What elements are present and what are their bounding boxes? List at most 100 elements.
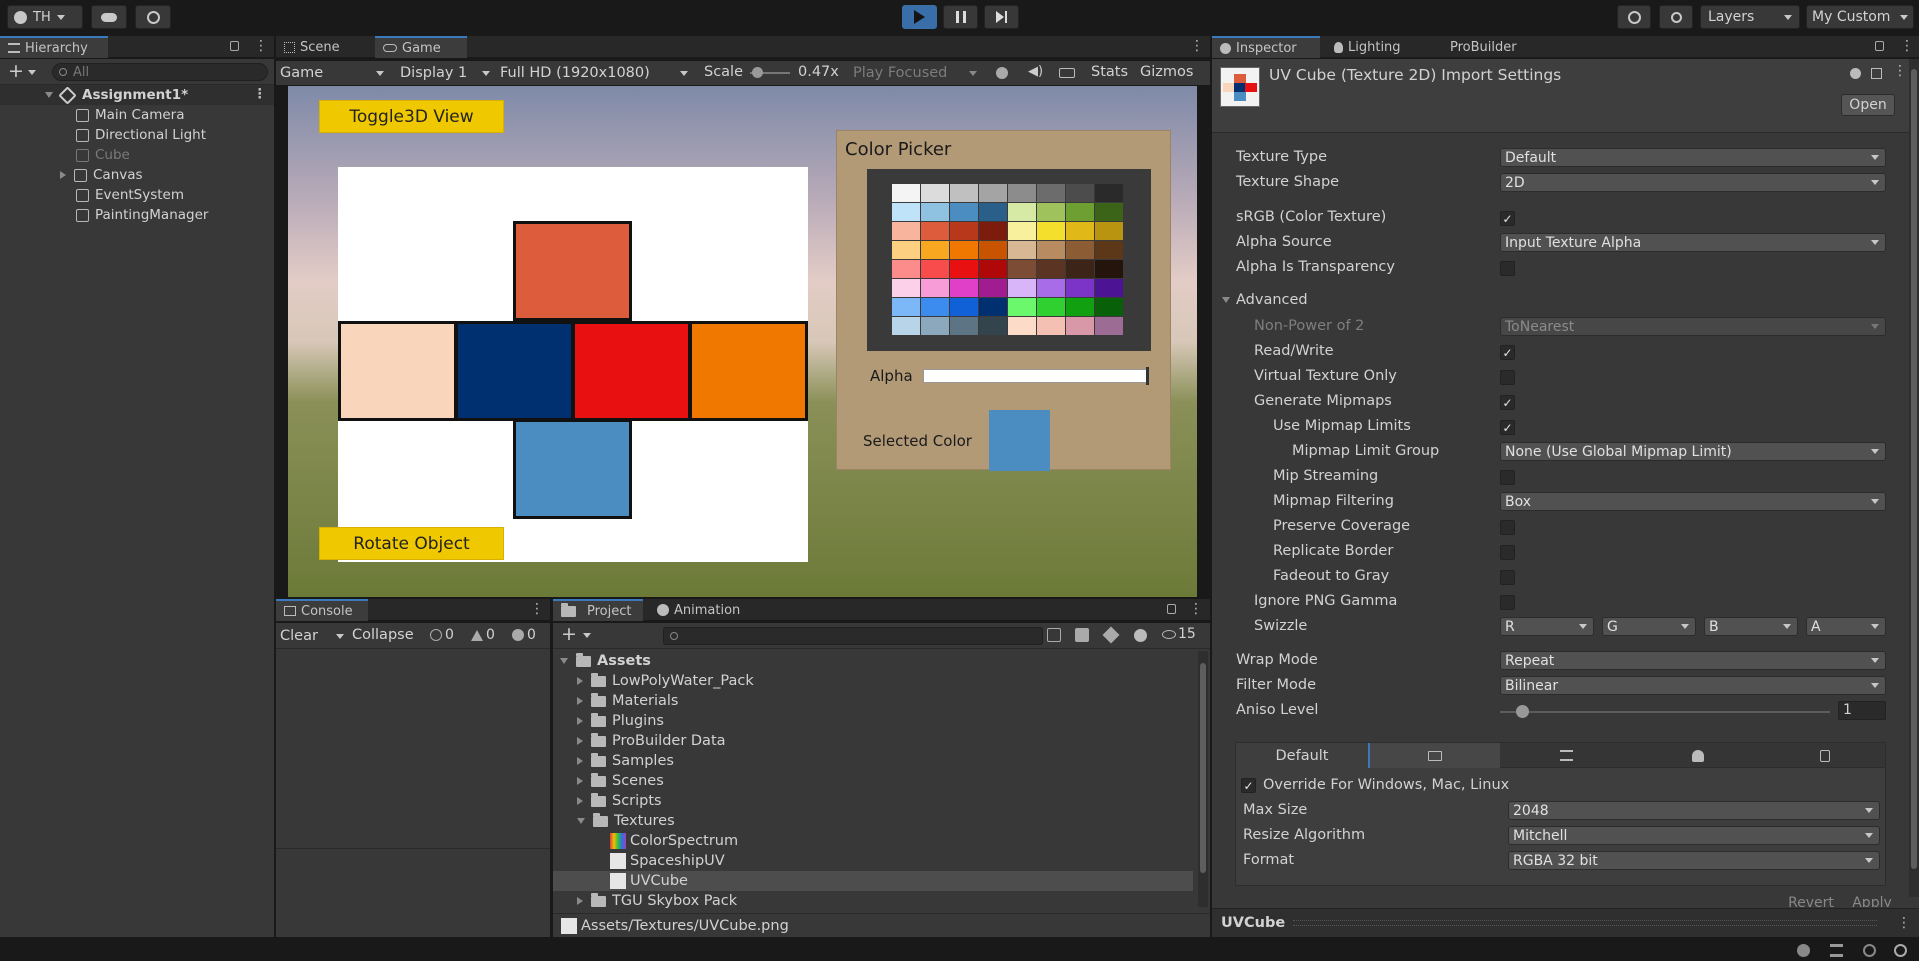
virtual-texture-checkbox[interactable] [1500,370,1515,385]
palette-swatch[interactable] [1037,317,1065,335]
keyboard-icon[interactable] [1059,68,1075,78]
preview-header[interactable]: UVCube ⋮ [1212,908,1919,937]
expand-icon[interactable] [577,757,583,765]
preserve-coverage-checkbox[interactable] [1500,520,1515,535]
tree-item-assets[interactable]: Assets [560,651,651,671]
palette-swatch[interactable] [1095,260,1123,278]
max-size-dropdown[interactable]: 2048 [1508,801,1880,820]
advanced-foldout[interactable]: Advanced [1222,292,1308,308]
progress-icon[interactable] [1894,944,1907,957]
palette-swatch[interactable] [1008,222,1036,240]
scrollbar-thumb[interactable] [1911,69,1917,869]
tab-inspector[interactable]: Inspector [1212,36,1320,58]
palette-swatch[interactable] [1008,298,1036,316]
palette-swatch[interactable] [921,298,949,316]
scale-slider[interactable] [750,67,790,78]
bug-icon[interactable] [996,67,1008,79]
kebab-menu-icon[interactable]: ⋮ [254,38,268,54]
palette-swatch[interactable] [1066,222,1094,240]
hierarchy-item-directional-light[interactable]: Directional Light [0,125,206,145]
palette-swatch[interactable] [979,317,1007,335]
palette-swatch[interactable] [892,222,920,240]
display-dropdown[interactable]: Display 1 [400,61,494,85]
swizzle-b-dropdown[interactable]: B [1704,617,1798,636]
palette-swatch[interactable] [1095,317,1123,335]
tab-console[interactable]: Console [276,599,368,621]
palette-swatch[interactable] [950,298,978,316]
tree-item-folder[interactable]: Scripts [577,791,662,811]
palette-swatch[interactable] [892,279,920,297]
expand-icon[interactable] [577,797,583,805]
search-filter-icon[interactable] [1047,628,1061,642]
palette-swatch[interactable] [892,260,920,278]
uv-face-top[interactable] [513,221,632,321]
hierarchy-item-main-camera[interactable]: Main Camera [0,105,185,125]
palette-swatch[interactable] [1066,241,1094,259]
palette-swatch[interactable] [1037,184,1065,202]
palette-swatch[interactable] [979,203,1007,221]
palette-swatch[interactable] [1066,279,1094,297]
slider-thumb[interactable] [1516,705,1529,718]
type-filter-icon[interactable] [1075,628,1089,642]
platform-tab-webgl[interactable] [1764,743,1885,768]
palette-swatch[interactable] [979,241,1007,259]
scrollbar-thumb[interactable] [1200,663,1206,873]
tree-item-folder[interactable]: Samples [577,751,674,771]
chevron-down-icon[interactable] [583,633,591,638]
hierarchy-item-canvas[interactable]: Canvas [0,165,143,185]
add-icon[interactable]: + [8,60,24,82]
hidden-packages-toggle[interactable]: 15 [1162,626,1196,642]
palette-swatch[interactable] [1008,203,1036,221]
kebab-menu-icon[interactable]: ⋮ [1190,38,1204,54]
palette-swatch[interactable] [892,241,920,259]
palette-swatch[interactable] [921,241,949,259]
palette-swatch[interactable] [950,279,978,297]
tab-probuilder[interactable]: ProBuilder [1442,36,1542,58]
expand-icon[interactable] [577,717,583,725]
aniso-slider[interactable] [1500,705,1830,718]
palette-swatch[interactable] [1095,241,1123,259]
hierarchy-item-eventsystem[interactable]: EventSystem [0,185,184,205]
mipmap-limit-group-dropdown[interactable]: None (Use Global Mipmap Limit) [1500,442,1886,461]
debug-off-icon[interactable] [1797,944,1810,957]
tree-item-folder[interactable]: Scenes [577,771,664,791]
alpha-source-dropdown[interactable]: Input Texture Alpha [1500,233,1886,252]
palette-swatch[interactable] [892,184,920,202]
revert-button[interactable]: Revert [1779,895,1843,907]
tree-item-folder[interactable]: TGU Skybox Pack [577,891,737,911]
generate-mipmaps-checkbox[interactable]: ✓ [1500,395,1515,410]
history-button[interactable] [1617,5,1651,29]
tab-lighting[interactable]: Lighting [1326,36,1428,58]
wrap-mode-dropdown[interactable]: Repeat [1500,651,1886,670]
palette-swatch[interactable] [1008,317,1036,335]
palette-swatch[interactable] [1037,203,1065,221]
expand-icon[interactable] [577,737,583,745]
account-dropdown[interactable]: TH [7,5,83,29]
tree-item-texture-selected[interactable]: UVCube [553,871,1193,891]
palette-swatch[interactable] [892,298,920,316]
label-filter-icon[interactable] [1102,626,1120,644]
help-icon[interactable] [1850,68,1861,79]
platform-tab-android[interactable] [1632,743,1764,768]
expand-icon[interactable] [577,777,583,785]
kebab-menu-icon[interactable]: ⋮ [1900,38,1914,54]
expand-icon[interactable] [577,897,583,905]
rotate-object-button[interactable]: Rotate Object [319,527,504,560]
palette-swatch[interactable] [921,203,949,221]
palette-swatch[interactable] [921,222,949,240]
color-palette[interactable] [892,184,1124,336]
palette-swatch[interactable] [921,184,949,202]
lock-icon[interactable] [230,41,239,51]
hierarchy-item-cube[interactable]: Cube [0,145,130,165]
hierarchy-item-paintingmanager[interactable]: PaintingManager [0,205,208,225]
readwrite-checkbox[interactable]: ✓ [1500,345,1515,360]
palette-swatch[interactable] [921,279,949,297]
uv-face-front[interactable] [455,321,574,421]
slider-thumb[interactable] [752,67,763,78]
palette-swatch[interactable] [1037,298,1065,316]
chevron-down-icon[interactable] [28,70,36,75]
kebab-menu-icon[interactable]: ⋮ [1189,601,1203,617]
open-button[interactable]: Open [1841,94,1895,116]
alpha-slider-handle[interactable] [1146,367,1149,385]
resolution-dropdown[interactable]: Full HD (1920x1080) [500,61,692,85]
